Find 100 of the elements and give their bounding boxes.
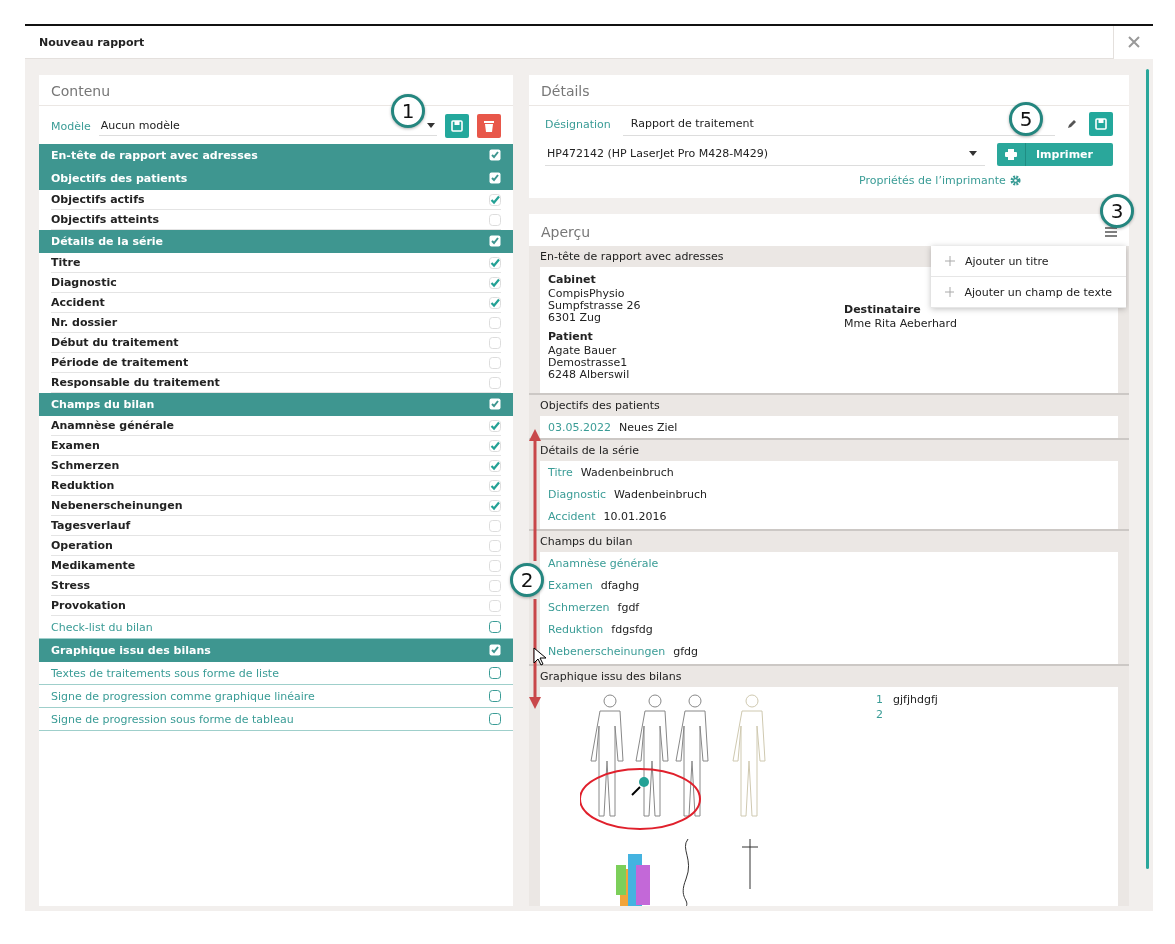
pencil-icon[interactable]	[1067, 119, 1077, 129]
address-heading: Cabinet	[548, 273, 597, 286]
section-title: Champs du bilan	[540, 534, 633, 550]
section-row[interactable]: Champs du bilan	[39, 393, 513, 416]
caret-icon	[427, 123, 435, 128]
section-label: Signe de progression sous forme de tableau	[51, 712, 294, 726]
section-title: Détails de la série	[540, 443, 640, 459]
close-icon	[1127, 36, 1140, 48]
section-row[interactable]: Objectifs des patients	[39, 167, 513, 190]
field-label: Anamnèse générale	[548, 556, 659, 570]
item-label: Nr. dossier	[51, 316, 118, 329]
field-label: Examen	[548, 578, 593, 592]
printer-properties-link[interactable]: Propriétés de l’imprimante	[859, 174, 1129, 187]
field-value: gfdg	[673, 644, 699, 658]
callout-badge: 5	[1009, 102, 1043, 136]
address-line: 6301 Zug	[548, 312, 602, 324]
section-title: En-tête de rapport avec adresses	[540, 249, 724, 265]
section-label: Signe de progression comme graphique linéaire	[51, 689, 315, 703]
field-value: 10.01.2016	[603, 509, 667, 523]
item-label: Schmerzen	[51, 459, 120, 472]
field-value: fgdf	[617, 600, 640, 614]
field-value: dfaghg	[600, 578, 640, 592]
scrollbar[interactable]	[1146, 69, 1149, 869]
checkbox[interactable]	[489, 621, 501, 633]
delete-button[interactable]	[477, 114, 501, 138]
field-label: Accident	[548, 509, 596, 523]
checkbox[interactable]	[489, 149, 501, 161]
window-title: Nouveau rapport	[38, 35, 145, 49]
gear-icon	[1009, 175, 1021, 186]
item-label: Tagesverlauf	[51, 519, 131, 532]
save-button[interactable]	[445, 114, 469, 138]
item-label: Anamnèse générale	[51, 419, 175, 432]
plus-icon	[945, 287, 955, 297]
field-value: Wadenbeinbruch	[614, 487, 708, 501]
item-label: Nebenerscheinungen	[51, 499, 183, 512]
item-label: Examen	[51, 439, 100, 452]
item-label: Objectifs actifs	[51, 193, 145, 206]
field-label: Diagnostic	[548, 487, 607, 501]
checkbox[interactable]	[489, 667, 501, 679]
field-label: 03.05.2022	[548, 420, 611, 434]
checkbox[interactable]	[489, 172, 501, 184]
panel-title: Détails	[529, 75, 1129, 106]
section-label: Check-list du bilan	[51, 620, 153, 634]
item-label: Reduktion	[51, 479, 115, 492]
section-label: Graphique issu des bilans	[51, 643, 211, 657]
section-row[interactable]: Graphique issu des bilans	[39, 639, 513, 662]
field-value: fdgsfdg	[611, 622, 653, 636]
address-line: 6248 Alberswil	[548, 369, 631, 381]
item-label: Début du traitement	[51, 336, 179, 349]
address-line: Sumpfstrasse 26	[548, 300, 642, 312]
field-label: Modèle	[51, 119, 91, 133]
plus-icon	[945, 256, 955, 266]
section-title: Objectifs des patients	[540, 398, 660, 414]
field-label: Nebenerscheinungen	[548, 644, 666, 658]
field-value: Wadenbeinbruch	[580, 465, 674, 479]
section-label: Objectifs des patients	[51, 171, 188, 185]
trash-icon	[483, 119, 495, 133]
checkbox[interactable]	[489, 644, 501, 656]
save-button[interactable]	[1089, 112, 1113, 136]
field-value: Neues Ziel	[619, 420, 678, 434]
address-heading: Patient	[548, 330, 594, 343]
item-label: Stress	[51, 579, 91, 592]
field-label: Schmerzen	[548, 600, 610, 614]
checkbox[interactable]	[489, 398, 501, 410]
address-line: Demostrasse1	[548, 357, 629, 369]
item-label: Responsable du traitement	[51, 376, 220, 389]
section-row[interactable]: Détails de la série	[39, 230, 513, 253]
item-label: Titre	[51, 256, 81, 269]
item-label: Provokation	[51, 599, 126, 612]
item-label: Période de traitement	[51, 356, 189, 369]
field-label: Désignation	[545, 117, 611, 131]
section-title: Graphique issu des bilans	[540, 669, 682, 685]
section-row[interactable]: En-tête de rapport avec adresses	[39, 144, 513, 167]
print-button[interactable]: Imprimer	[997, 142, 1113, 166]
address-line: CompisPhysio	[548, 288, 626, 300]
section-label: Détails de la série	[51, 234, 164, 248]
note-text: gjfjhdgfj	[893, 693, 938, 708]
note-number: 1	[876, 693, 883, 708]
item-label: Objectifs atteints	[51, 213, 159, 226]
checkbox[interactable]	[489, 235, 501, 247]
caret-icon	[969, 151, 977, 156]
field-label: Titre	[548, 465, 573, 479]
close-button[interactable]	[1113, 25, 1153, 59]
menu-icon[interactable]	[1105, 226, 1117, 237]
callout-badge: 1	[391, 94, 425, 128]
checkbox[interactable]	[489, 690, 501, 702]
field-label: Reduktion	[548, 622, 604, 636]
item-label: Accident	[51, 296, 105, 309]
item-label: Operation	[51, 539, 113, 552]
item-label: Diagnostic	[51, 276, 117, 289]
address-heading: Destinataire	[844, 303, 922, 316]
address-line: Mme Rita Aeberhard	[844, 318, 958, 330]
checkbox[interactable]	[489, 713, 501, 725]
printer-dropdown[interactable]: HP472142 (HP LaserJet Pro M428-M429)	[545, 142, 985, 166]
panel-title: Aperçu	[541, 223, 591, 240]
section-label: Champs du bilan	[51, 397, 155, 411]
address-line: Agate Bauer	[548, 345, 618, 357]
item-label: Medikamente	[51, 559, 136, 572]
section-label: En-tête de rapport avec adresses	[51, 148, 258, 162]
note-number: 2	[876, 708, 883, 723]
